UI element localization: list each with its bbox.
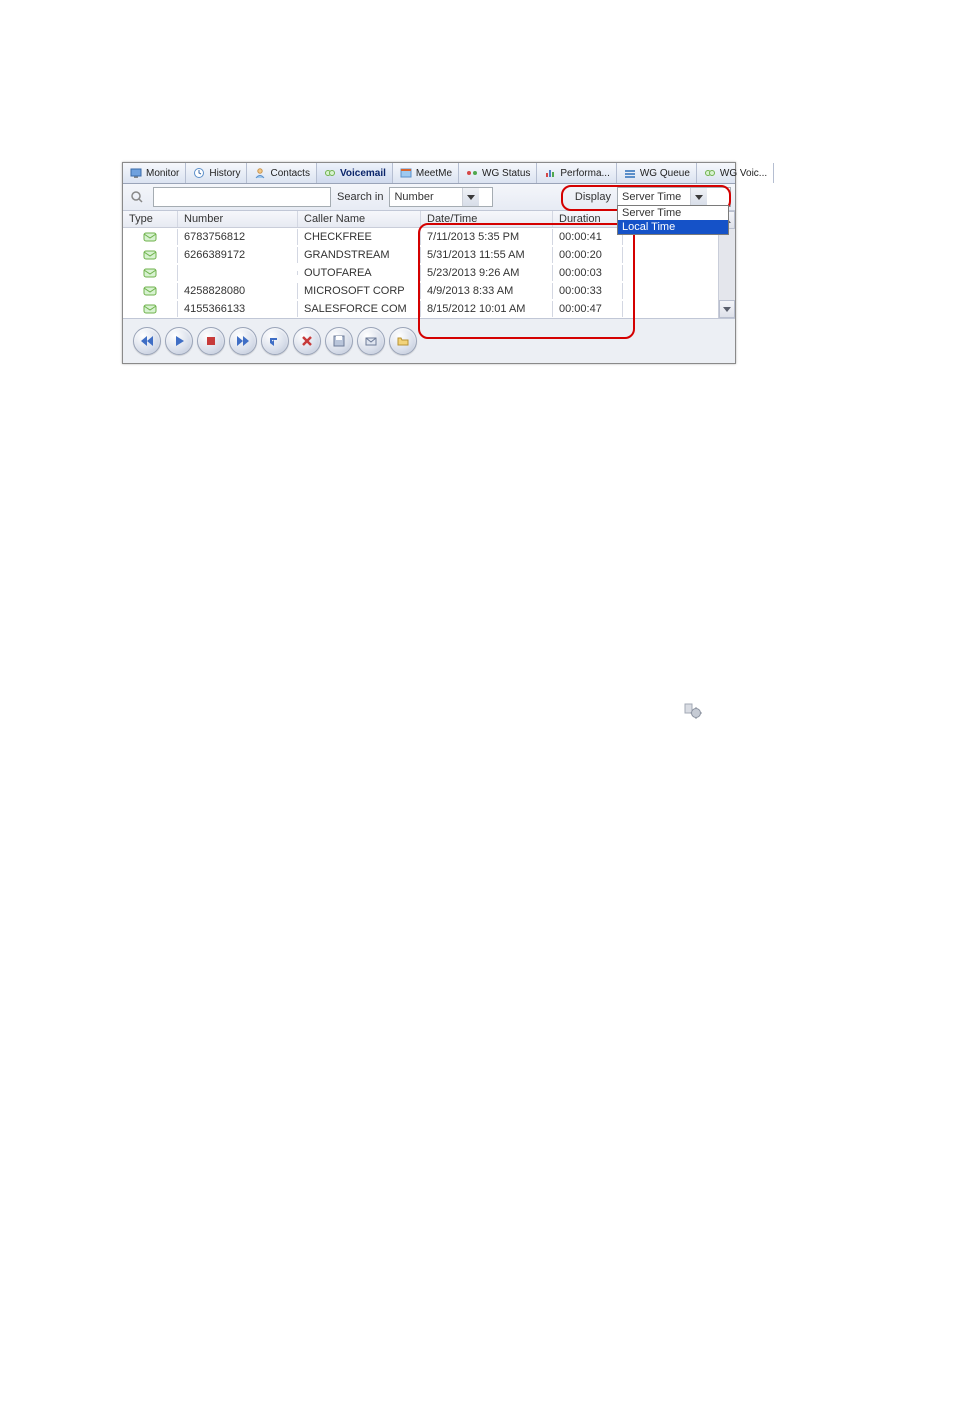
voicemail-type-icon (123, 301, 178, 317)
voicemail-type-icon (123, 265, 178, 281)
col-duration[interactable]: Duration (553, 211, 623, 227)
cell-number: 6266389172 (178, 247, 298, 263)
cell-datetime: 5/23/2013 9:26 AM (421, 265, 553, 281)
voicemail-type-icon (123, 247, 178, 263)
display-dropdown-panel: Server Time Local Time (617, 205, 729, 235)
display-value: Server Time (618, 191, 690, 203)
tab-meetme-label: MeetMe (416, 168, 452, 179)
display-combo[interactable]: Server Time Server Time Local Time (617, 187, 731, 207)
search-in-label: Search in (337, 191, 383, 203)
contacts-icon (253, 166, 267, 180)
wg-voic-icon (703, 166, 717, 180)
cell-caller: MICROSOFT CORP (298, 283, 421, 299)
app-window: Monitor History Contacts Voicemail (122, 162, 736, 364)
table-row[interactable]: 4155366133SALESFORCE COM8/15/2012 10:01 … (123, 300, 735, 318)
tab-wg-status[interactable]: WG Status (459, 163, 537, 183)
footer-gear-icon (680, 697, 706, 723)
tab-history-label: History (209, 168, 240, 179)
cell-datetime: 8/15/2012 10:01 AM (421, 301, 553, 317)
voicemail-type-icon (123, 229, 178, 245)
display-option-server-time[interactable]: Server Time (618, 206, 728, 220)
forward-button[interactable] (229, 327, 257, 355)
grid-body: 6783756812CHECKFREE7/11/2013 5:35 PM00:0… (123, 228, 735, 318)
return-call-button[interactable] (261, 327, 289, 355)
cell-duration: 00:00:03 (553, 265, 623, 281)
tab-monitor-label: Monitor (146, 168, 179, 179)
history-icon (192, 166, 206, 180)
col-number[interactable]: Number (178, 211, 298, 227)
rewind-button[interactable] (133, 327, 161, 355)
open-folder-button[interactable] (389, 327, 417, 355)
search-input[interactable] (153, 187, 331, 207)
play-button[interactable] (165, 327, 193, 355)
tab-bar: Monitor History Contacts Voicemail (123, 163, 735, 184)
save-button[interactable] (325, 327, 353, 355)
display-dropdown-btn[interactable] (690, 188, 707, 206)
tab-meetme[interactable]: MeetMe (393, 163, 459, 183)
delete-button[interactable] (293, 327, 321, 355)
search-in-dropdown-btn[interactable] (462, 188, 479, 206)
display-label: Display (575, 191, 611, 203)
tab-wg-status-label: WG Status (482, 168, 530, 179)
tab-voicemail-label: Voicemail (340, 168, 386, 179)
cell-duration: 00:00:47 (553, 301, 623, 317)
cell-caller: GRANDSTREAM (298, 247, 421, 263)
filter-row: Search in Number Display Server Time Ser… (123, 184, 735, 211)
cell-number (178, 271, 298, 275)
cell-number: 4258828080 (178, 283, 298, 299)
display-option-local-time[interactable]: Local Time (618, 220, 728, 234)
tab-wg-voic-label: WG Voic... (720, 168, 767, 179)
search-icon (127, 187, 147, 207)
tab-wg-queue-label: WG Queue (640, 168, 690, 179)
cell-datetime: 7/11/2013 5:35 PM (421, 229, 553, 245)
cell-duration: 00:00:20 (553, 247, 623, 263)
wg-queue-icon (623, 166, 637, 180)
table-row[interactable]: OUTOFAREA5/23/2013 9:26 AM00:00:03 (123, 264, 735, 282)
forward-voicemail-button[interactable] (357, 327, 385, 355)
table-row[interactable]: 6266389172GRANDSTREAM5/31/2013 11:55 AM0… (123, 246, 735, 264)
playback-controls (123, 319, 735, 363)
cell-datetime: 4/9/2013 8:33 AM (421, 283, 553, 299)
cell-caller: OUTOFAREA (298, 265, 421, 281)
col-date[interactable]: Date/Time (421, 211, 553, 227)
voicemail-icon (323, 166, 337, 180)
tab-contacts-label: Contacts (270, 168, 309, 179)
cell-caller: SALESFORCE COM (298, 301, 421, 317)
cell-duration: 00:00:33 (553, 283, 623, 299)
meetme-icon (399, 166, 413, 180)
tab-wg-queue[interactable]: WG Queue (617, 163, 697, 183)
wg-status-icon (465, 166, 479, 180)
cell-duration: 00:00:41 (553, 229, 623, 245)
voicemail-type-icon (123, 283, 178, 299)
cell-number: 4155366133 (178, 301, 298, 317)
col-caller[interactable]: Caller Name (298, 211, 421, 227)
tab-performance-label: Performa... (560, 168, 609, 179)
col-type[interactable]: Type (123, 211, 178, 227)
tab-performance[interactable]: Performa... (537, 163, 616, 183)
monitor-icon (129, 166, 143, 180)
table-row[interactable]: 4258828080MICROSOFT CORP4/9/2013 8:33 AM… (123, 282, 735, 300)
tab-contacts[interactable]: Contacts (247, 163, 316, 183)
tab-monitor[interactable]: Monitor (123, 163, 186, 183)
cell-number: 6783756812 (178, 229, 298, 245)
search-in-combo[interactable]: Number (389, 187, 493, 207)
tab-voicemail[interactable]: Voicemail (317, 163, 393, 183)
cell-caller: CHECKFREE (298, 229, 421, 245)
search-in-value: Number (390, 191, 462, 203)
performance-icon (543, 166, 557, 180)
cell-datetime: 5/31/2013 11:55 AM (421, 247, 553, 263)
tab-wg-voic[interactable]: WG Voic... (697, 163, 774, 183)
tab-history[interactable]: History (186, 163, 247, 183)
scroll-down-button[interactable] (719, 300, 735, 318)
stop-button[interactable] (197, 327, 225, 355)
